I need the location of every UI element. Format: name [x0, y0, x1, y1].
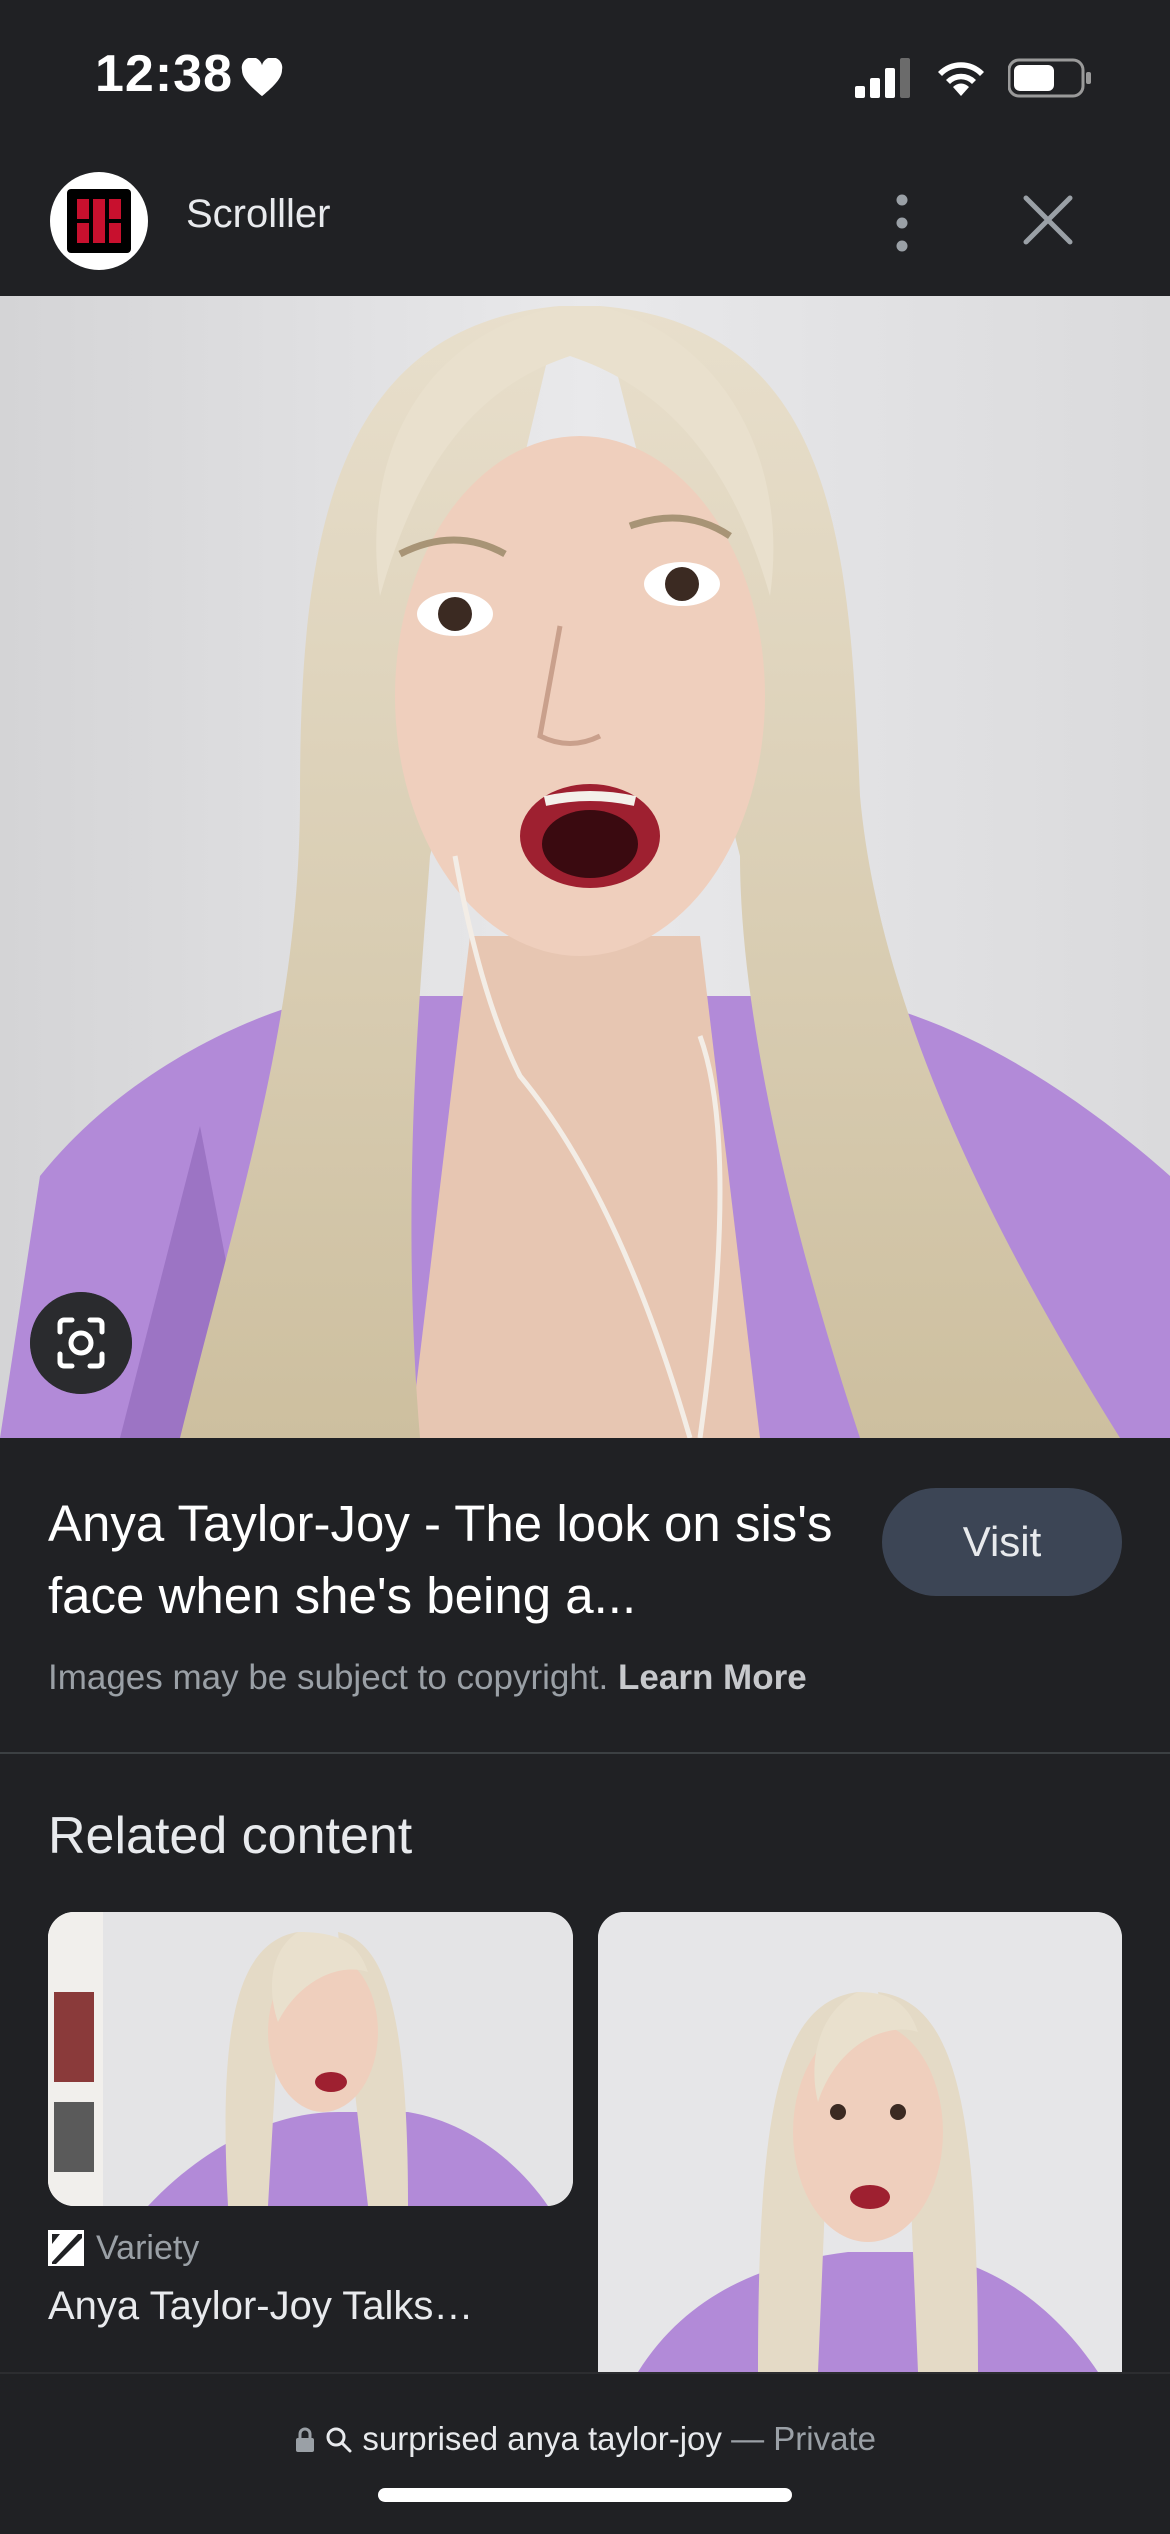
related-thumbnail-2: [598, 1912, 1122, 2372]
more-vert-icon[interactable]: [880, 190, 924, 256]
divider: [0, 1752, 1170, 1754]
copyright-notice: Images may be subject to copyright. Lear…: [48, 1658, 807, 1698]
learn-more-link[interactable]: Learn More: [618, 1658, 807, 1697]
copyright-text: Images may be subject to copyright.: [48, 1658, 609, 1697]
related-thumbnail-1: [48, 1912, 573, 2206]
signal-icon: [855, 58, 910, 98]
battery-icon: [1008, 58, 1091, 98]
site-name[interactable]: Scrolller: [186, 192, 330, 237]
related-card-1-image[interactable]: [48, 1912, 573, 2206]
close-icon[interactable]: [1020, 192, 1076, 248]
related-card-2-image[interactable]: [598, 1912, 1122, 2372]
search-query: surprised anya taylor-joy: [362, 2420, 722, 2457]
related-card-1-source: Variety: [48, 2228, 199, 2268]
lock-icon: [296, 2427, 315, 2452]
status-time: 12:38: [95, 45, 233, 103]
result-header: Scrolller: [0, 150, 1170, 296]
result-title[interactable]: Anya Taylor-Joy - The look on sis's face…: [48, 1488, 848, 1632]
heart-icon: [241, 58, 283, 97]
related-card-1-title[interactable]: Anya Taylor-Joy Talks…: [48, 2284, 568, 2329]
scrolller-logo[interactable]: [50, 172, 148, 270]
wifi-icon: [938, 62, 984, 96]
variety-icon: [48, 2230, 84, 2266]
related-heading: Related content: [48, 1807, 413, 1865]
home-indicator[interactable]: [378, 2488, 792, 2502]
portrait-illustration: [0, 296, 1170, 1438]
address-bar[interactable]: surprised anya taylor-joy — Private: [0, 2420, 1170, 2458]
result-image[interactable]: [0, 296, 1170, 1438]
search-icon: [326, 2427, 352, 2453]
source-name: Variety: [96, 2228, 200, 2267]
status-bar: 12:38: [0, 0, 1170, 150]
lens-icon[interactable]: [30, 1292, 132, 1394]
visit-button[interactable]: Visit: [882, 1488, 1122, 1596]
browser-bottom-bar: surprised anya taylor-joy — Private: [0, 2372, 1170, 2534]
private-mode-label: — Private: [731, 2420, 876, 2457]
